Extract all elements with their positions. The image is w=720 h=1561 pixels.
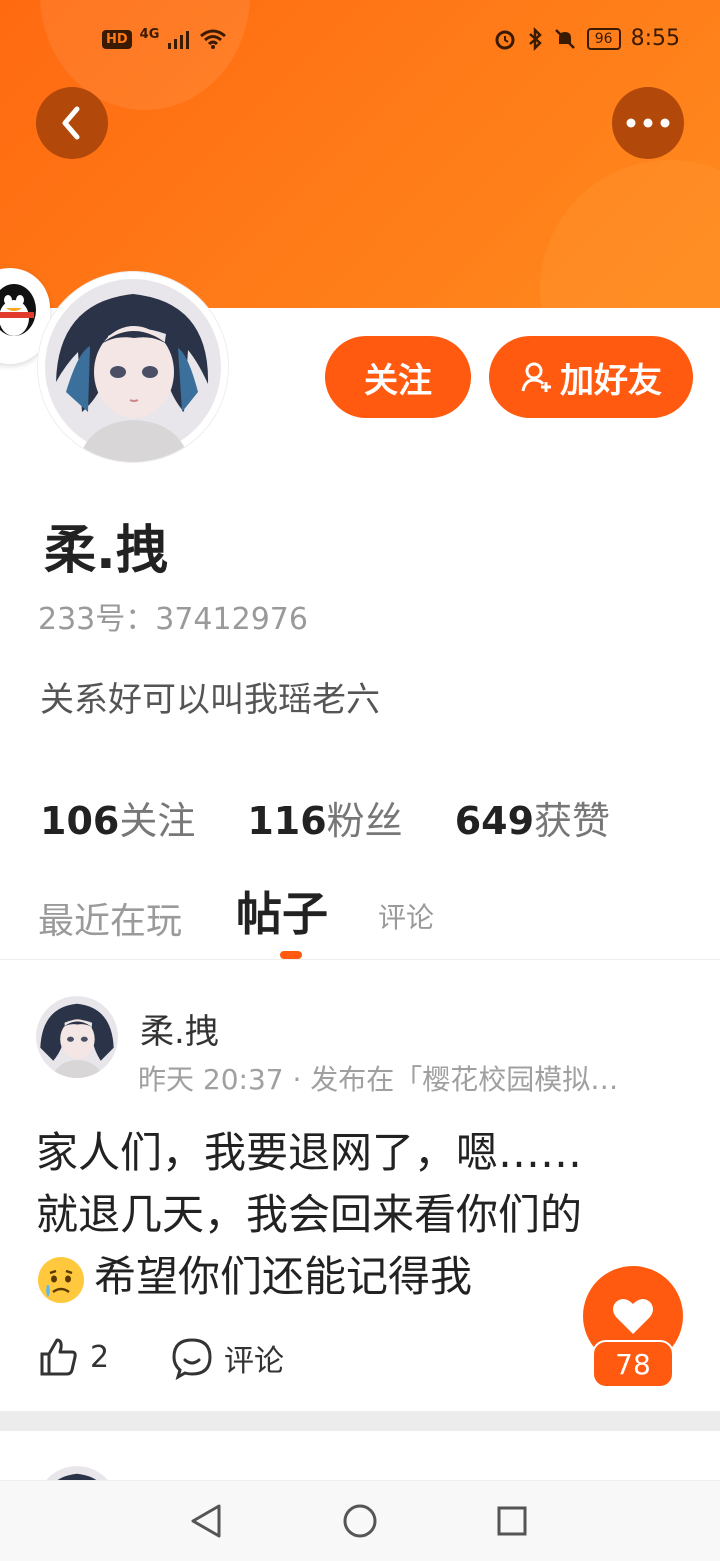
battery-indicator: 96 xyxy=(586,27,621,50)
nav-home-button[interactable] xyxy=(338,1499,382,1543)
clock-time: 8:55 xyxy=(630,26,680,51)
active-tab-indicator xyxy=(280,951,302,959)
more-options-button[interactable] xyxy=(612,87,684,159)
tab-recently-played[interactable]: 最近在玩 xyxy=(38,892,182,944)
post-text-line-wrapper: 希望你们还能记得我 xyxy=(36,1246,676,1308)
comment-button[interactable]: 评论 xyxy=(170,1336,284,1380)
profile-tabs: 最近在玩 帖子 评论 xyxy=(38,884,434,944)
post-separator xyxy=(0,1411,720,1431)
stat-fans[interactable]: 116粉丝 xyxy=(247,790,402,845)
comment-bubble-icon xyxy=(172,1338,212,1380)
comment-label: 评论 xyxy=(224,1344,284,1379)
post-author-name[interactable]: 柔.拽 xyxy=(140,1004,219,1053)
banner-decoration xyxy=(540,160,720,308)
add-person-icon xyxy=(521,362,551,392)
profile-username: 柔.拽 xyxy=(44,521,168,581)
profile-uid[interactable]: 233号：37412976 xyxy=(38,594,308,638)
like-button[interactable]: 2 xyxy=(38,1336,109,1378)
heart-icon xyxy=(613,1298,653,1334)
post-meta[interactable]: 昨天 20:37 · 发布在「樱花校园模拟… xyxy=(138,1058,713,1098)
thumbs-up-icon xyxy=(40,1338,77,1376)
nav-back-button[interactable] xyxy=(184,1499,228,1543)
network-label: 4G xyxy=(139,26,160,42)
like-count: 2 xyxy=(90,1339,110,1375)
alarm-icon xyxy=(495,30,515,49)
stat-label: 粉丝 xyxy=(326,799,403,843)
post-content[interactable]: 家人们，我要退网了，嗯…… 就退几天，我会回来看你们的 希望你们还能记得我 xyxy=(36,1122,676,1308)
circle-home-icon xyxy=(343,1504,377,1538)
signal-icon xyxy=(168,31,190,49)
back-button[interactable] xyxy=(36,87,108,159)
hd-badge: HD xyxy=(102,29,132,49)
add-friend-label: 加好友 xyxy=(560,360,662,401)
follow-label: 关注 xyxy=(364,360,432,401)
heart-count-badge: 78 xyxy=(592,1340,674,1388)
profile-stats: 106关注 116粉丝 649获赞 xyxy=(40,790,610,845)
stat-number: 106 xyxy=(40,799,120,843)
stat-following[interactable]: 106关注 xyxy=(40,790,195,845)
nav-recents-button[interactable] xyxy=(490,1499,534,1543)
stat-label: 关注 xyxy=(119,799,196,843)
tab-posts[interactable]: 帖子 xyxy=(236,878,328,944)
stat-number: 649 xyxy=(454,799,535,843)
square-recents-icon xyxy=(497,1506,527,1536)
add-friend-button[interactable]: 加好友 xyxy=(489,336,693,418)
post-text-line: 希望你们还能记得我 xyxy=(94,1252,473,1301)
stat-label: 获赞 xyxy=(534,799,611,843)
chevron-left-icon xyxy=(62,106,80,140)
system-navigation-bar xyxy=(0,1480,720,1561)
more-dots-icon xyxy=(626,118,670,128)
mute-bell-icon xyxy=(554,28,575,49)
profile-avatar[interactable] xyxy=(38,272,228,462)
divider xyxy=(0,959,720,960)
stat-likes[interactable]: 649获赞 xyxy=(455,790,610,845)
post-author-avatar[interactable] xyxy=(36,996,118,1078)
post-text-line: 家人们，我要退网了，嗯…… xyxy=(36,1128,583,1177)
tab-comments[interactable]: 评论 xyxy=(378,896,434,936)
post-text-line: 就退几天，我会回来看你们的 xyxy=(36,1190,583,1239)
stat-number: 116 xyxy=(247,799,327,843)
crying-emoji-icon xyxy=(38,1256,84,1303)
wifi-icon xyxy=(200,29,227,49)
triangle-back-icon xyxy=(191,1504,221,1538)
avatar-image xyxy=(36,996,118,1078)
follow-button[interactable]: 关注 xyxy=(325,336,471,418)
avatar-image xyxy=(45,279,221,462)
profile-bio: 关系好可以叫我瑶老六 xyxy=(40,680,380,720)
bluetooth-icon xyxy=(528,26,542,51)
status-bar: HD 4G 96 8:55 xyxy=(0,20,720,64)
